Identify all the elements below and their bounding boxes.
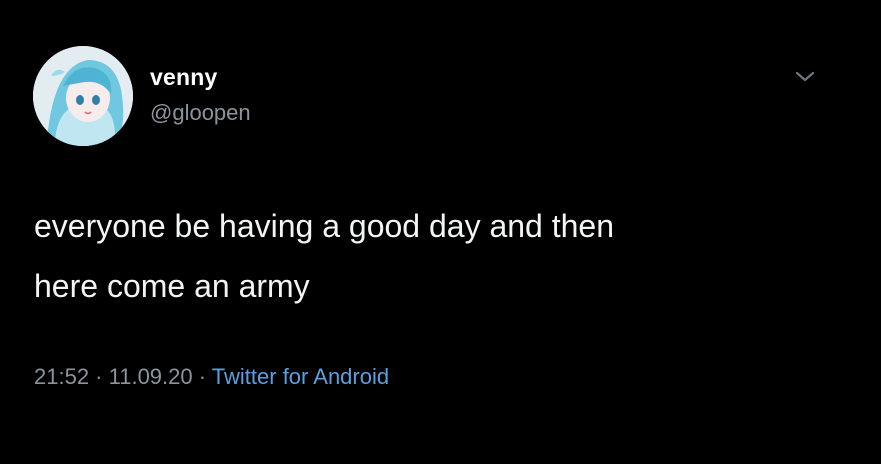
tweet-text-line: everyone be having a good day and then — [34, 208, 615, 244]
tweet-time[interactable]: 21:52 — [34, 364, 89, 389]
chevron-down-icon[interactable] — [792, 66, 818, 86]
tweet-date[interactable]: 11.09.20 — [109, 364, 193, 389]
meta-separator: · — [89, 364, 109, 389]
display-name[interactable]: venny — [150, 64, 217, 91]
tweet-source-link[interactable]: Twitter for Android — [212, 364, 389, 389]
tweet-card: venny @gloopen everyone be having a good… — [0, 0, 881, 464]
tweet-text-line: here come an army — [34, 268, 310, 304]
avatar[interactable] — [33, 46, 133, 146]
meta-separator: · — [192, 364, 212, 389]
anime-avatar-icon — [33, 46, 133, 146]
tweet-text: everyone be having a good day and then h… — [34, 196, 834, 316]
user-handle[interactable]: @gloopen — [150, 100, 251, 126]
tweet-metadata: 21:52 · 11.09.20 · Twitter for Android — [34, 364, 389, 390]
